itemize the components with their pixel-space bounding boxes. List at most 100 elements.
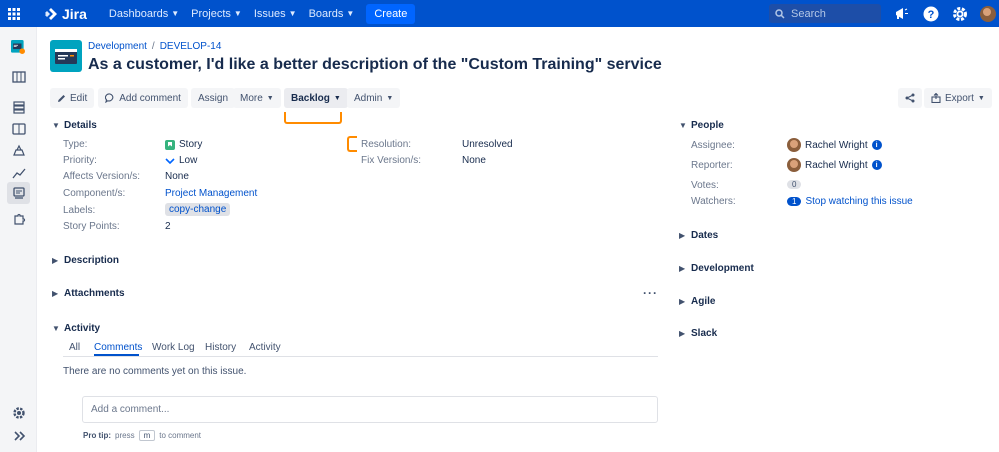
- settings-gear-icon[interactable]: [951, 5, 968, 22]
- nav-dashboards[interactable]: Dashboards ▼: [103, 0, 185, 27]
- development-section-toggle[interactable]: ▶ Development: [679, 263, 754, 274]
- components-value[interactable]: Project Management: [165, 188, 257, 199]
- people-section-toggle[interactable]: ▼ People: [679, 120, 724, 131]
- kanban-icon[interactable]: [10, 120, 27, 137]
- project-sidebar: [0, 27, 37, 452]
- chevron-right-icon: ▶: [52, 289, 59, 298]
- export-button[interactable]: Export ▼: [924, 88, 992, 108]
- add-comment-input[interactable]: Add a comment...: [82, 396, 658, 423]
- labels-label: Labels:: [63, 205, 96, 216]
- agile-section-toggle[interactable]: ▶ Agile: [679, 296, 715, 307]
- top-navigation: Jira Dashboards ▼ Projects ▼ Issues ▼ Board…: [0, 0, 999, 27]
- affects-version-value: None: [165, 171, 189, 182]
- pro-tip: Pro tip: press m to comment: [83, 430, 202, 441]
- chevron-right-icon: ▶: [679, 264, 686, 273]
- type-value: Story: [165, 139, 202, 150]
- app-switcher-icon[interactable]: [0, 0, 28, 27]
- reports-icon[interactable]: [10, 164, 27, 181]
- admin-toolbar: Admin ▼: [347, 88, 401, 108]
- components-puzzle-icon[interactable]: [10, 210, 27, 227]
- assignee-value[interactable]: Rachel Wright i: [787, 138, 882, 152]
- story-points-label: Story Points:: [63, 221, 120, 232]
- story-icon: [165, 139, 175, 150]
- watchers-value[interactable]: 1 Stop watching this issue: [787, 196, 913, 207]
- chevron-down-icon: ▼: [288, 9, 297, 18]
- tab-comments[interactable]: Comments: [94, 342, 142, 353]
- resolution-value: Unresolved: [462, 139, 513, 150]
- chevron-down-icon: ▼: [266, 94, 274, 102]
- votes-count-badge: 0: [787, 180, 802, 189]
- tab-work-log[interactable]: Work Log: [152, 342, 195, 353]
- export-toolbar: Export ▼: [924, 88, 992, 108]
- chevron-down-icon: ▼: [346, 9, 355, 18]
- reporter-avatar: [787, 158, 801, 172]
- board-icon[interactable]: [10, 68, 27, 85]
- releases-icon[interactable]: [10, 142, 27, 159]
- components-label: Component/s:: [63, 188, 126, 199]
- tab-all[interactable]: All: [69, 342, 80, 353]
- project-avatar[interactable]: [50, 40, 82, 72]
- nav-projects[interactable]: Projects ▼: [185, 0, 248, 27]
- share-button[interactable]: [898, 88, 922, 108]
- issue-title[interactable]: As a customer, I'd like a better descrip…: [88, 56, 662, 74]
- watchers-label: Watchers:: [691, 196, 736, 207]
- dates-section-toggle[interactable]: ▶ Dates: [679, 230, 718, 241]
- chevron-down-icon: ▼: [977, 94, 985, 102]
- chevron-down-icon: ▼: [386, 94, 394, 102]
- search-input[interactable]: Search: [769, 4, 881, 23]
- assignee-avatar: [787, 138, 801, 152]
- chevron-down-icon: ▼: [233, 9, 242, 18]
- votes-value[interactable]: 0: [787, 180, 802, 189]
- tab-activity[interactable]: Activity: [249, 342, 281, 353]
- create-button[interactable]: Create: [366, 3, 416, 24]
- breadcrumb-project[interactable]: Development: [88, 41, 147, 52]
- help-icon[interactable]: ?: [922, 5, 939, 22]
- jira-logo[interactable]: Jira: [44, 6, 87, 22]
- user-avatar[interactable]: [979, 5, 996, 22]
- export-icon: [931, 93, 941, 103]
- megaphone-icon[interactable]: [893, 5, 910, 22]
- stop-watching-link[interactable]: Stop watching this issue: [805, 196, 912, 207]
- expand-sidebar-icon[interactable]: [10, 427, 27, 444]
- tab-divider: [63, 356, 658, 357]
- more-toolbar: More ▼: [233, 88, 281, 108]
- admin-button[interactable]: Admin ▼: [347, 88, 401, 108]
- breadcrumb-issue-key[interactable]: DEVELOP-14: [160, 41, 222, 52]
- description-section-toggle[interactable]: ▶ Description: [52, 255, 119, 266]
- fix-version-label: Fix Version/s:: [361, 155, 422, 166]
- assign-button[interactable]: Assign: [191, 88, 236, 108]
- nav-issues[interactable]: Issues ▼: [248, 0, 303, 27]
- backlog-icon[interactable]: [10, 98, 27, 115]
- story-points-value: 2: [165, 221, 171, 232]
- label-chip[interactable]: copy-change: [165, 203, 231, 216]
- activity-section-toggle[interactable]: ▼ Activity: [52, 323, 100, 334]
- reporter-value[interactable]: Rachel Wright i: [787, 158, 882, 172]
- chevron-down-icon: ▼: [171, 9, 180, 18]
- type-label: Type:: [63, 139, 88, 150]
- add-comment-button[interactable]: Add comment: [98, 88, 188, 108]
- issues-icon[interactable]: [7, 182, 30, 204]
- details-section-toggle[interactable]: ▼ Details: [52, 120, 97, 131]
- project-avatar-icon[interactable]: [8, 37, 28, 57]
- share-icon: [905, 93, 915, 103]
- priority-value: Low: [165, 155, 197, 166]
- jira-icon: [45, 7, 57, 20]
- resolution-highlight-annotation: [347, 136, 357, 152]
- edit-button[interactable]: Edit: [50, 88, 95, 108]
- sidebar-settings-icon[interactable]: [10, 404, 27, 421]
- tab-history[interactable]: History: [205, 342, 236, 353]
- backlog-status-button[interactable]: Backlog ▼: [284, 88, 348, 108]
- attachments-section-toggle[interactable]: ▶ Attachments: [52, 288, 125, 299]
- info-icon[interactable]: i: [871, 140, 882, 150]
- fix-version-value: None: [462, 155, 486, 166]
- attachments-more-icon[interactable]: ···: [643, 286, 658, 300]
- info-icon[interactable]: i: [871, 160, 882, 170]
- pencil-icon: [58, 94, 65, 102]
- nav-boards[interactable]: Boards ▼: [303, 0, 361, 27]
- slack-section-toggle[interactable]: ▶ Slack: [679, 328, 717, 339]
- search-icon: [775, 8, 785, 19]
- more-button[interactable]: More ▼: [233, 88, 281, 108]
- affects-version-label: Affects Version/s:: [63, 171, 141, 182]
- active-tab-indicator: [94, 354, 139, 356]
- workflow-toolbar: Assign: [191, 88, 236, 108]
